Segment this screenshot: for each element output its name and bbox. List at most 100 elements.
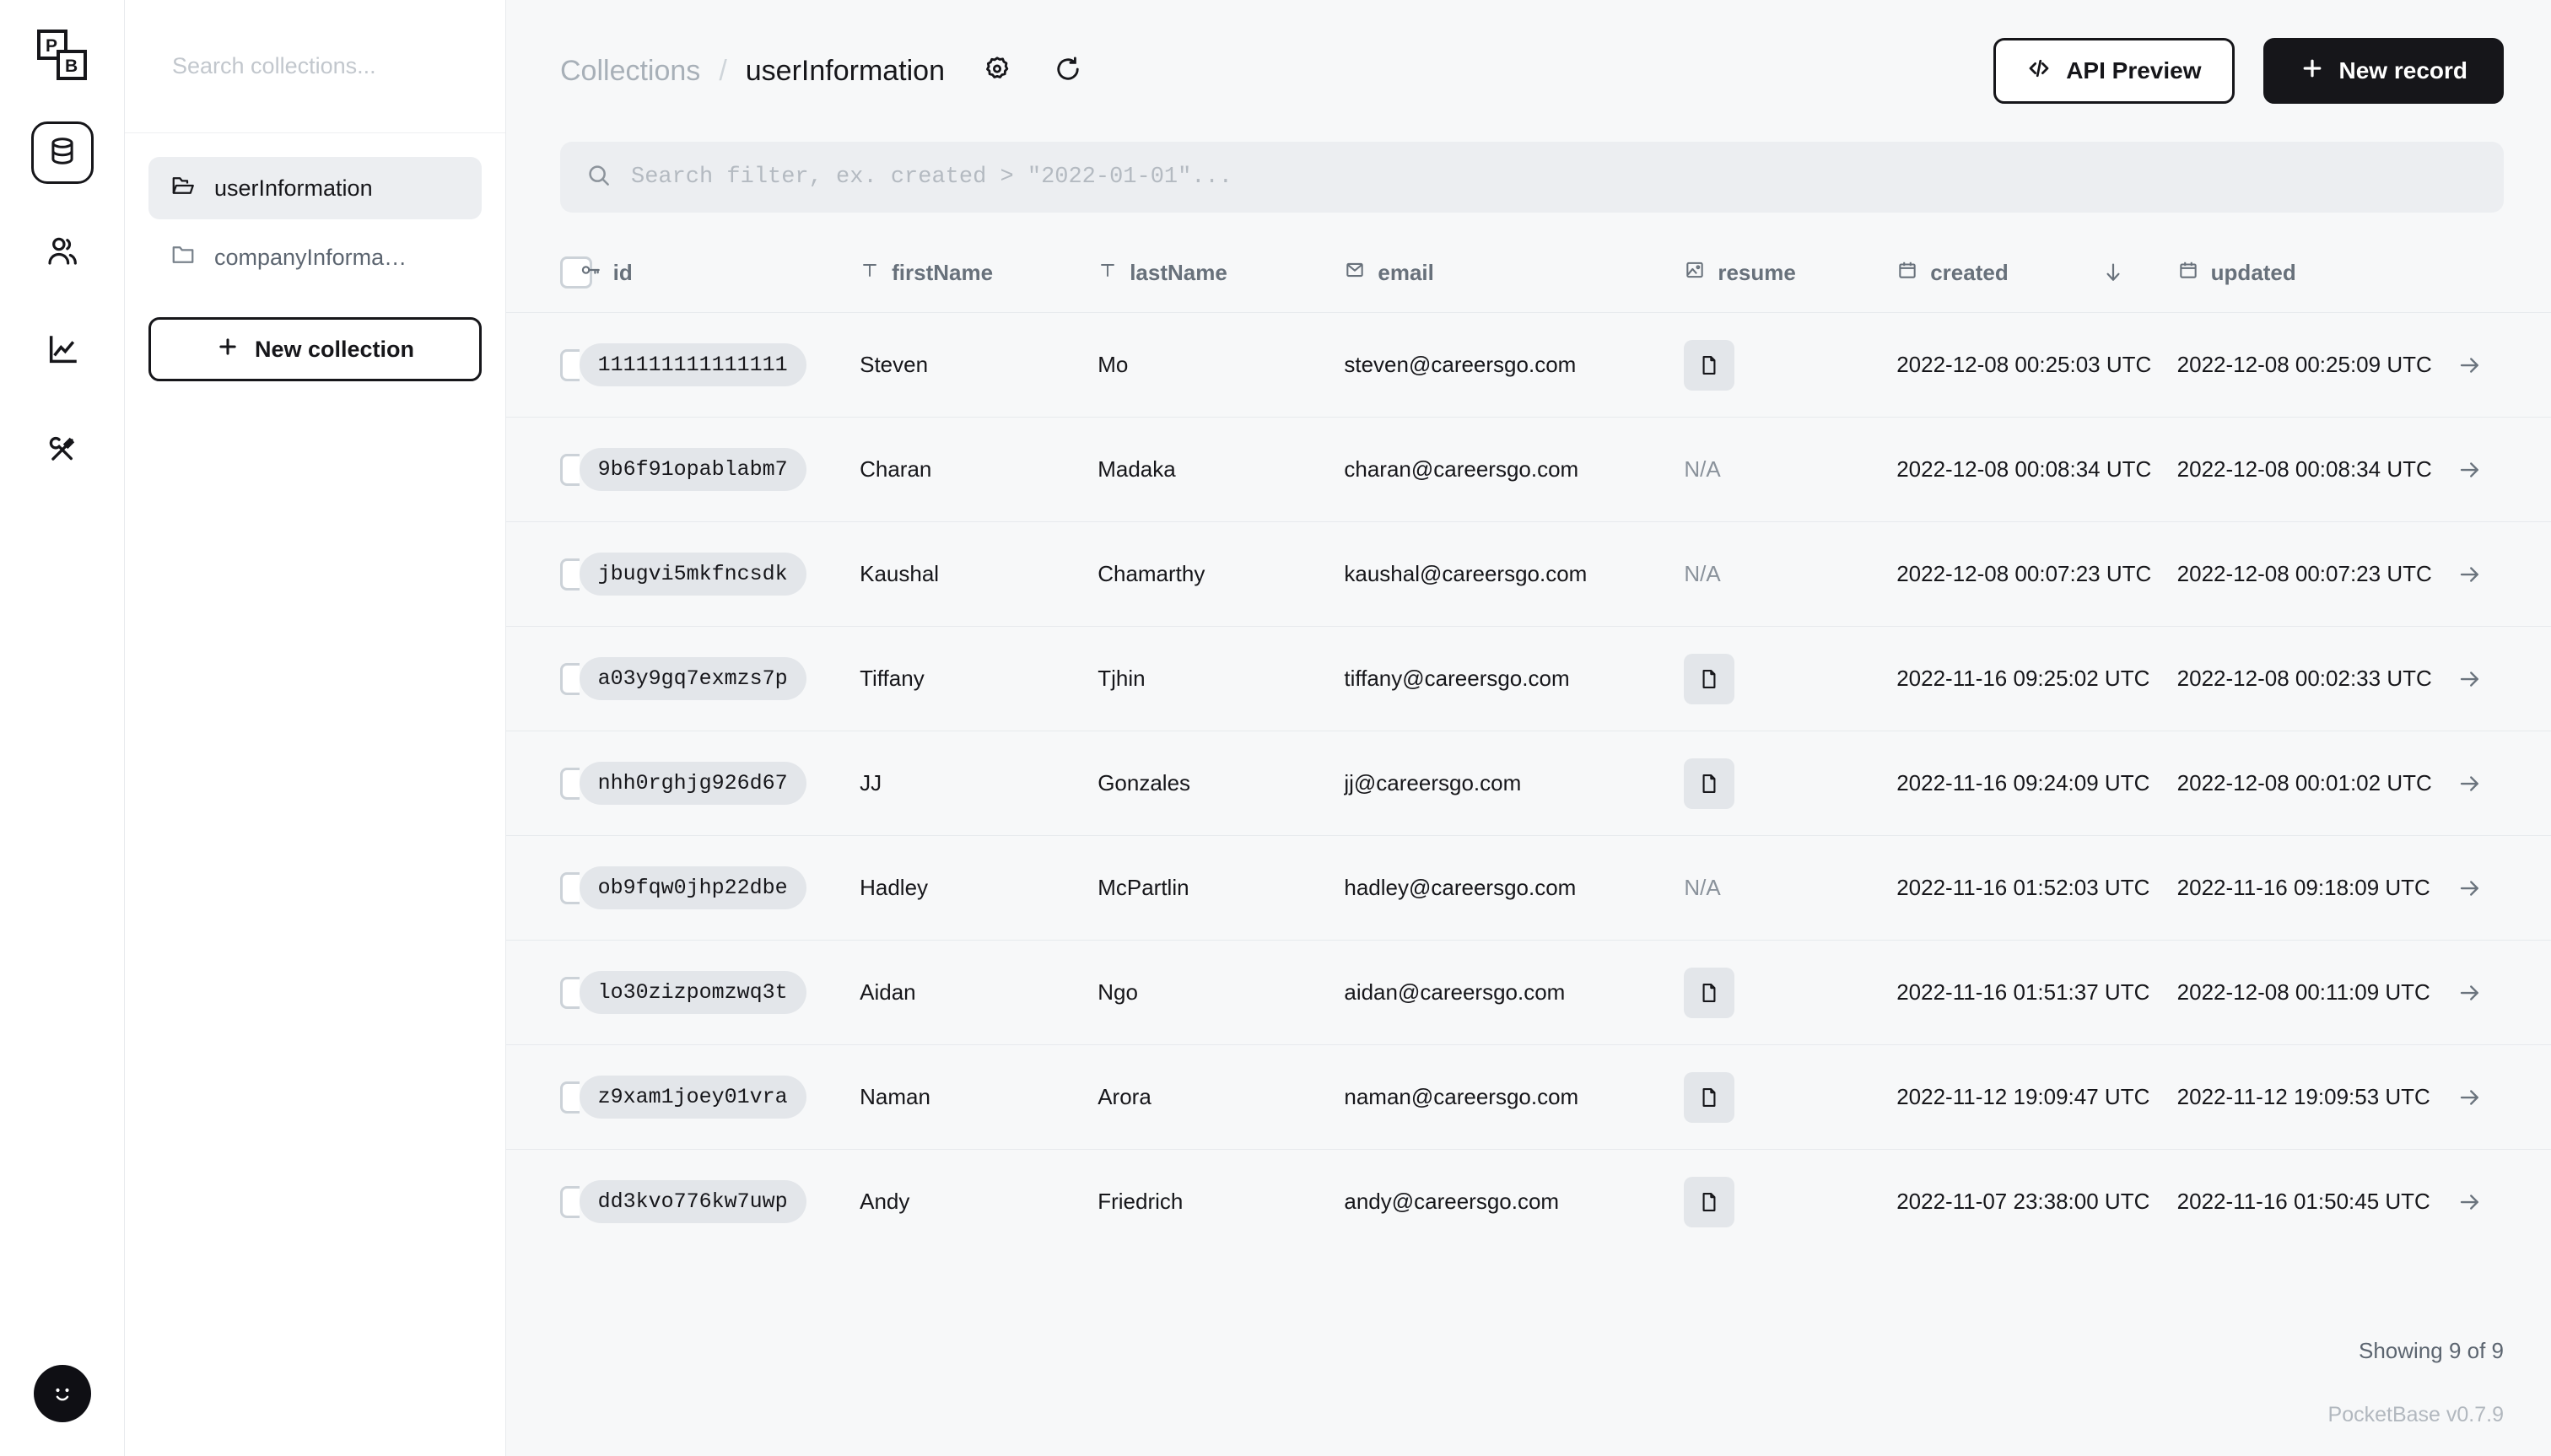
arrow-right-icon[interactable] [2457,562,2551,587]
table-row[interactable]: lo30zizpomzwq3t Aidan Ngo aidan@careersgo.c… [506,940,2551,1045]
search-filter-input[interactable] [631,164,2478,190]
row-checkbox[interactable] [560,558,580,590]
table-row[interactable]: a03y9gq7exmzs7p Tiffany Tjhin tiffany@caree… [506,626,2551,731]
cell-email: aidan@careersgo.com [1344,940,1685,1045]
collection-item-companyinformation[interactable]: companyInforma… [148,226,482,289]
folder-open-icon [170,173,196,204]
key-icon [580,259,601,287]
cell-updated: 2022-12-08 00:01:02 UTC [2176,731,2458,836]
new-collection-button[interactable]: New collection [148,317,482,381]
records-table-wrapper: id firstName lastName email resume creat… [506,213,2551,1308]
sidebar-item-users[interactable] [31,221,94,283]
search-filter-bar[interactable] [560,142,2504,213]
cell-id: a03y9gq7exmzs7p [579,626,860,731]
collection-item-label: companyInforma… [214,244,407,270]
collections-panel: userInformation companyInforma… New coll… [125,0,506,1456]
cell-row-action[interactable] [2457,731,2551,836]
table-head: id firstName lastName email resume creat… [506,243,2551,313]
cell-row-action[interactable] [2457,626,2551,731]
arrow-right-icon[interactable] [2457,1085,2551,1110]
search-collections-input[interactable] [172,53,505,79]
column-header-lastname[interactable]: lastName [1098,243,1344,313]
column-header-created[interactable]: created [1896,243,2176,313]
cell-id: z9xam1joey01vra [579,1044,860,1150]
refresh-button[interactable] [1049,52,1087,89]
cell-resume [1684,1044,1897,1150]
sort-desc-icon[interactable] [2101,261,2125,284]
cell-row-action[interactable] [2457,1044,2551,1150]
table-row[interactable]: nhh0rghjg926d67 JJ Gonzales jj@careersgo.co… [506,731,2551,836]
table-row[interactable]: 111111111111111 Steven Mo steven@careersgo.… [506,312,2551,418]
resume-file-thumb[interactable] [1684,339,1735,391]
column-label: firstName [892,259,994,285]
cell-id: 9b6f91opablabm7 [579,417,860,522]
breadcrumb-current-collection: userInformation [745,54,945,87]
resume-file-thumb[interactable] [1684,1071,1735,1123]
cell-resume [1684,626,1897,731]
cell-row-action[interactable] [2457,312,2551,418]
cell-row-action[interactable] [2457,940,2551,1045]
column-header-resume[interactable]: resume [1684,243,1896,313]
cell-email: tiffany@careersgo.com [1344,626,1685,731]
api-preview-button[interactable]: API Preview [1993,38,2235,104]
cell-id: dd3kvo776kw7uwp [579,1149,860,1254]
cell-updated: 2022-12-08 00:07:23 UTC [2176,521,2458,627]
column-label: id [612,259,633,285]
api-preview-label: API Preview [2066,57,2202,84]
row-checkbox[interactable] [560,976,580,1009]
cell-email: steven@careersgo.com [1344,312,1685,418]
cell-resume [1684,731,1897,836]
table-row[interactable]: jbugvi5mkfncsdk Kaushal Chamarthy kaushal@c… [506,521,2551,627]
arrow-right-icon[interactable] [2457,1189,2551,1215]
table-row[interactable]: ob9fqw0jhp22dbe Hadley McPartlin hadley@car… [506,835,2551,941]
column-header-firstname[interactable]: firstName [860,243,1098,313]
table-body: 111111111111111 Steven Mo steven@careersgo.… [506,312,2551,1254]
arrow-right-icon[interactable] [2457,457,2551,483]
row-checkbox[interactable] [560,1081,580,1114]
cell-row-action[interactable] [2457,417,2551,522]
resume-na-label: N/A [1684,875,1721,900]
column-header-email[interactable]: email [1344,243,1684,313]
collection-settings-button[interactable] [979,52,1016,89]
cell-firstname: Tiffany [860,626,1098,731]
row-checkbox[interactable] [560,453,580,486]
column-header-updated[interactable]: updated [2177,243,2457,313]
cell-id: lo30zizpomzwq3t [579,940,860,1045]
new-record-button[interactable]: New record [2262,38,2504,104]
cell-row-action[interactable] [2457,1149,2551,1254]
arrow-right-icon[interactable] [2457,771,2551,796]
arrow-right-icon[interactable] [2457,876,2551,901]
sidebar-item-logs[interactable] [31,321,94,383]
arrow-right-icon[interactable] [2457,353,2551,378]
cell-firstname: Charan [860,417,1098,522]
resume-file-thumb[interactable] [1684,967,1735,1018]
arrow-right-icon[interactable] [2457,666,2551,692]
pocketbase-logo[interactable]: P B [32,25,93,86]
cell-row-action[interactable] [2457,521,2551,627]
cell-created: 2022-12-08 00:08:34 UTC [1896,417,2177,522]
avatar[interactable] [33,1365,91,1422]
column-header-id[interactable]: id [580,243,860,313]
row-checkbox[interactable] [560,348,580,381]
sidebar-item-settings[interactable] [31,420,94,483]
cell-row-action[interactable] [2457,835,2551,941]
row-checkbox[interactable] [560,871,580,904]
row-checkbox[interactable] [560,1185,580,1218]
table-row[interactable]: 9b6f91opablabm7 Charan Madaka charan@career… [506,417,2551,522]
table-row[interactable]: dd3kvo776kw7uwp Andy Friedrich andy@careers… [506,1149,2551,1254]
breadcrumb-collections-link[interactable]: Collections [560,55,700,88]
cell-email: hadley@careersgo.com [1344,835,1685,941]
sidebar-item-collections[interactable] [30,121,94,184]
row-checkbox[interactable] [560,662,580,695]
table-row[interactable]: z9xam1joey01vra Naman Arora naman@careersgo… [506,1044,2551,1150]
row-checkbox[interactable] [560,767,580,800]
cell-created: 2022-11-16 01:52:03 UTC [1896,835,2177,941]
collection-item-userinformation[interactable]: userInformation [148,157,482,219]
arrow-right-icon[interactable] [2457,980,2551,1006]
row-select-cell [506,626,580,731]
chart-line-icon [46,333,79,371]
resume-file-thumb[interactable] [1684,758,1735,809]
cell-firstname: Andy [860,1149,1098,1254]
resume-file-thumb[interactable] [1684,653,1735,704]
resume-file-thumb[interactable] [1684,1176,1735,1227]
